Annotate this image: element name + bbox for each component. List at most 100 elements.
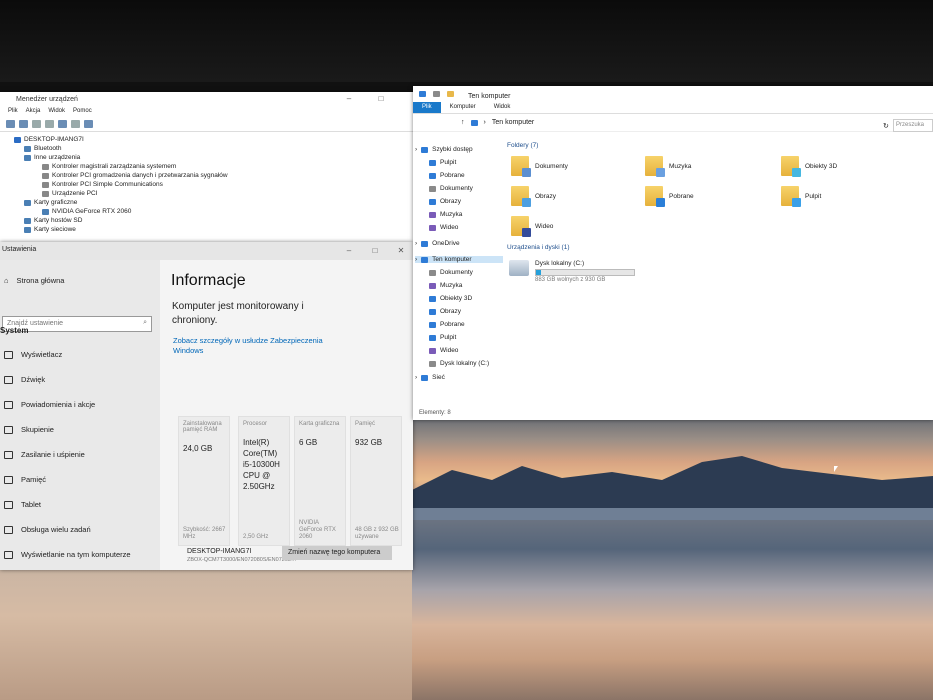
drives-section-header[interactable]: Urządzenia i dyski (1) — [507, 244, 570, 251]
spec-card-value: Intel(R) Core(TM) i5-10300H CPU @ 2.50GH… — [243, 438, 280, 491]
nav-item[interactable]: Pobrane — [429, 172, 503, 179]
forward-icon[interactable] — [19, 120, 28, 128]
nav-item[interactable]: Obrazy — [429, 198, 503, 205]
nav-item[interactable]: Dokumenty — [429, 269, 503, 276]
spec-card-label: Pamięć — [355, 421, 376, 427]
device-tree-item[interactable]: Kontroler magistrali zarządzania systeme… — [6, 162, 413, 171]
device-tree-item[interactable]: Urządzenie PCI — [6, 189, 413, 198]
nav-item[interactable]: › Szybki dostęp — [415, 146, 503, 153]
rename-pc-button[interactable]: Zmień nazwę tego komputera — [282, 546, 392, 560]
settings-nav-item[interactable]: Zasilanie i uśpienie — [4, 450, 85, 459]
menu-item-view[interactable]: Widok — [48, 108, 65, 118]
menu-item-help[interactable]: Pomoc — [73, 108, 92, 118]
minimize-button[interactable]: – — [340, 92, 358, 106]
nav-item[interactable]: Pobrane — [429, 321, 503, 328]
nav-item-label: Pulpit — [440, 334, 457, 341]
breadcrumb-separator-icon: › — [483, 119, 486, 126]
nav-item[interactable]: Muzyka — [429, 282, 503, 289]
settings-nav-item[interactable]: Skupienie — [4, 425, 54, 434]
folder-item[interactable]: Obiekty 3D — [781, 156, 837, 177]
nav-item[interactable]: Dokumenty — [429, 185, 503, 192]
settings-nav-item[interactable]: Tablet — [4, 500, 41, 509]
focus-assist-icon — [4, 425, 13, 434]
nav-item[interactable]: Pulpit — [429, 334, 503, 341]
minimize-button[interactable]: – — [340, 244, 358, 258]
menu-item-action[interactable]: Akcja — [26, 108, 41, 118]
chevron-icon[interactable]: › — [415, 256, 417, 263]
chevron-icon[interactable]: › — [415, 240, 417, 247]
device-tree-item[interactable]: Bluetooth — [6, 144, 413, 153]
device-tree-item[interactable]: Inne urządzenia — [6, 153, 413, 162]
search-input[interactable]: Przeszuka — [893, 119, 933, 132]
close-button[interactable]: ✕ — [392, 244, 410, 258]
tab-view[interactable]: Widok — [485, 102, 520, 113]
pictures-icon — [429, 198, 436, 205]
home-icon: ⌂ — [4, 276, 9, 285]
settings-nav-item[interactable]: Powiadomienia i akcje — [4, 400, 95, 409]
nav-item[interactable]: Dysk lokalny (C:) — [429, 360, 503, 367]
settings-nav-item[interactable]: Pamięć — [4, 475, 46, 484]
scan-icon[interactable] — [71, 120, 80, 128]
settings-nav-item[interactable]: Dźwięk — [4, 375, 45, 384]
settings-titlebar[interactable]: Ustawienia – □ ✕ — [0, 242, 413, 260]
pictures-icon — [429, 308, 436, 315]
device-tree-item[interactable]: NVIDIA GeForce RTX 2060 — [6, 207, 413, 216]
chevron-icon[interactable]: › — [415, 374, 417, 381]
nav-item[interactable]: Wideo — [429, 224, 503, 231]
folder-item[interactable]: Pobrane — [645, 186, 694, 207]
folders-section-header[interactable]: Foldery (7) — [507, 142, 538, 149]
nav-item[interactable]: Obiekty 3D — [429, 295, 503, 302]
nav-item[interactable]: › Sieć — [415, 374, 503, 381]
folder-item[interactable]: Pulpit — [781, 186, 822, 207]
settings-nav-item[interactable]: Obsługa wielu zadań — [4, 525, 91, 534]
computer-icon — [14, 136, 21, 143]
nav-item[interactable]: Muzyka — [429, 211, 503, 218]
quick-access-toolbar-icon[interactable] — [433, 91, 440, 97]
refresh-icon[interactable] — [45, 120, 54, 128]
settings-nav-item[interactable]: Wyświetlacz — [4, 350, 62, 359]
window-title: Ten komputer — [468, 92, 511, 100]
new-folder-icon[interactable] — [447, 91, 454, 97]
folder-item[interactable]: Muzyka — [645, 156, 691, 177]
objects-3d-icon — [429, 295, 436, 302]
settings-nav-item[interactable]: Wyświetlanie na tym komputerze — [4, 550, 131, 559]
device-tree-label: Kontroler magistrali zarządzania systeme… — [52, 163, 177, 170]
folder-label: Pulpit — [805, 192, 822, 200]
wallpaper-mountains — [412, 456, 933, 520]
folder-item[interactable]: Wideo — [511, 216, 553, 237]
folder-item[interactable]: Obrazy — [511, 186, 556, 207]
home-link[interactable]: ⌂ Strona główna — [4, 276, 64, 285]
documents-icon — [429, 185, 436, 192]
monitor-icon[interactable] — [84, 120, 93, 128]
device-tree-item[interactable]: Karty hostów SD — [6, 216, 413, 225]
refresh-icon[interactable]: ↻ — [883, 122, 889, 130]
tab-computer[interactable]: Komputer — [441, 102, 485, 113]
drive-item[interactable]: Dysk lokalny (C:) 883 GB wolnych z 930 G… — [509, 260, 635, 283]
menu-bar: Plik Akcja Widok Pomoc — [0, 108, 413, 118]
maximize-button[interactable]: □ — [372, 92, 390, 106]
properties-icon[interactable] — [32, 120, 41, 128]
help-icon[interactable] — [58, 120, 67, 128]
device-tree-item[interactable]: DESKTOP-IMANG7I — [6, 135, 413, 144]
device-tree-item[interactable]: Karty graficzne — [6, 198, 413, 207]
device-tree-item[interactable]: Karty sieciowe — [6, 225, 413, 234]
chevron-icon[interactable]: › — [415, 146, 417, 153]
up-arrow-icon[interactable]: ↑ — [461, 119, 465, 126]
back-icon[interactable] — [6, 120, 15, 128]
device-tree-item[interactable]: Kontroler PCI Simple Communications — [6, 180, 413, 189]
address-bar[interactable]: ↑ › Ten komputer ↻ — [413, 114, 933, 132]
nav-item[interactable]: Obrazy — [429, 308, 503, 315]
security-link[interactable]: Zobacz szczegóły w usłudze Zabezpieczeni… — [173, 336, 333, 356]
maximize-button[interactable]: □ — [366, 244, 384, 258]
tab-file[interactable]: Plik — [413, 102, 441, 113]
nav-item[interactable]: › OneDrive — [415, 240, 503, 247]
nav-item[interactable]: Wideo — [429, 347, 503, 354]
nav-item[interactable]: › Ten komputer — [415, 256, 503, 263]
device-tree-item[interactable]: Kontroler PCI gromadzenia danych i przet… — [6, 171, 413, 180]
nav-item-label: Pobrane — [440, 321, 465, 328]
explorer-titlebar[interactable]: Ten komputer — [413, 86, 933, 102]
folder-item[interactable]: Dokumenty — [511, 156, 568, 177]
breadcrumb[interactable]: Ten komputer — [492, 119, 534, 126]
menu-item-file[interactable]: Plik — [8, 108, 18, 118]
nav-item[interactable]: Pulpit — [429, 159, 503, 166]
